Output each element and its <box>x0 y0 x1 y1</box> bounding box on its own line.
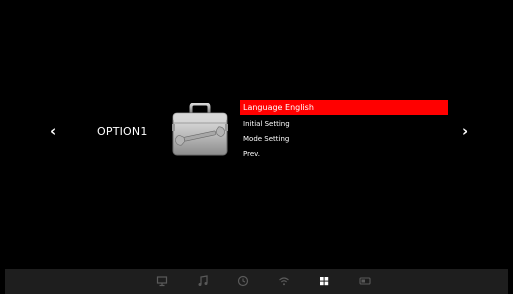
monitor-icon[interactable] <box>155 274 169 288</box>
menu-item-prev[interactable]: Prev. <box>240 148 448 161</box>
prev-page-arrow-icon[interactable]: ‹ <box>50 121 56 141</box>
clock-icon[interactable] <box>236 274 250 288</box>
option-menu: Language English Initial Setting Mode Se… <box>240 100 448 163</box>
wifi-icon[interactable] <box>277 274 291 288</box>
menu-item-initial-setting[interactable]: Initial Setting <box>240 118 448 131</box>
menu-item-mode-setting[interactable]: Mode Setting <box>240 133 448 146</box>
option-page-title: OPTION1 <box>97 125 148 138</box>
card-icon[interactable] <box>358 274 372 288</box>
bottom-nav-bar <box>5 269 508 294</box>
music-note-icon[interactable] <box>196 274 210 288</box>
grid-icon[interactable] <box>317 274 331 288</box>
menu-item-language[interactable]: Language English <box>240 100 448 115</box>
toolbox-icon <box>172 103 228 156</box>
next-page-arrow-icon[interactable]: › <box>462 121 468 141</box>
